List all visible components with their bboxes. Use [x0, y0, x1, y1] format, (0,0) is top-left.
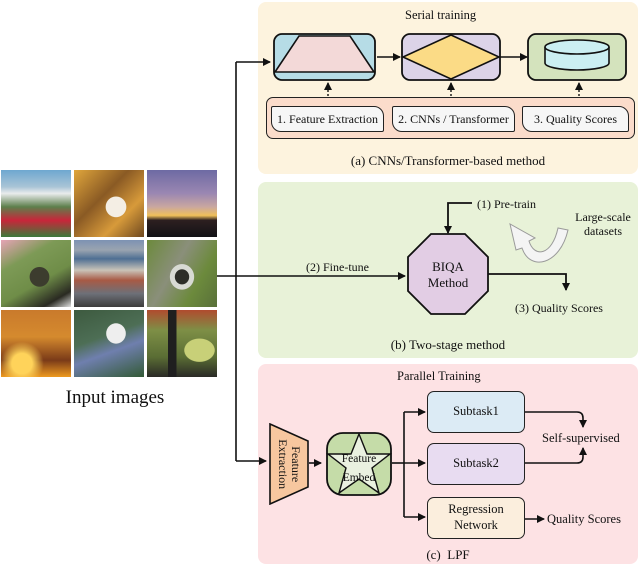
regression-label-line1: Regression — [448, 502, 504, 517]
self-supervised-label: Self-supervised — [542, 431, 620, 445]
panel-c-caption: (c) LPF — [426, 547, 470, 562]
arrow-subtask2-to-self-supervised — [524, 447, 587, 464]
panel-a-caption: (a) CNNs/Transformer-based method — [350, 153, 546, 168]
subtask2-box: Subtask2 — [427, 443, 525, 485]
subtask1-box: Subtask1 — [427, 391, 525, 433]
arrow-subtask1-to-self-supervised — [524, 411, 587, 428]
regression-network-box: Regression Network — [427, 497, 525, 539]
extraction-label-line1: Feature — [289, 446, 304, 482]
pre-train-label: (1) Pre-train — [477, 197, 536, 211]
feature-embed-block: Feature Embed — [326, 432, 392, 496]
feature-extraction-block — [273, 33, 376, 81]
step-feature-extraction: 1. Feature Extraction — [271, 106, 384, 132]
cnn-transformer-block — [401, 33, 501, 81]
panel-c-title: Parallel Training — [397, 369, 481, 383]
method-label: Method — [427, 275, 469, 290]
arrow-biqa-output — [487, 273, 570, 291]
step-cnns-transformer: 2. CNNs / Transformer — [392, 106, 515, 132]
feature-embed-line2: Embed — [342, 472, 376, 484]
datasets-label: datasets — [584, 224, 622, 238]
curved-dataset-arrow — [509, 223, 569, 263]
large-scale-label: Large-scale — [575, 210, 631, 224]
biqa-label: BIQA — [432, 259, 464, 274]
feature-embed-line1: Feature — [341, 453, 377, 465]
arrow-pre-train — [444, 202, 472, 234]
biqa-method-octagon: BIQA Method — [407, 233, 489, 315]
fine-tune-label: (2) Fine-tune — [306, 260, 369, 274]
step-quality-scores: 3. Quality Scores — [522, 106, 629, 132]
connector-layer — [217, 53, 587, 523]
quality-scores-block — [527, 33, 627, 81]
c-quality-scores-label: Quality Scores — [547, 512, 621, 526]
extraction-label-line2: Extraction — [276, 439, 291, 489]
subtask2-label: Subtask2 — [453, 456, 499, 471]
regression-label-line2: Network — [454, 518, 498, 532]
b-quality-scores-label: (3) Quality Scores — [515, 301, 603, 315]
subtask1-label: Subtask1 — [453, 404, 499, 419]
panel-a-title: Serial training — [405, 8, 477, 22]
panel-b-caption: (b) Two-stage method — [390, 337, 506, 352]
feature-extraction-trapezoid: Feature Extraction — [269, 423, 309, 505]
